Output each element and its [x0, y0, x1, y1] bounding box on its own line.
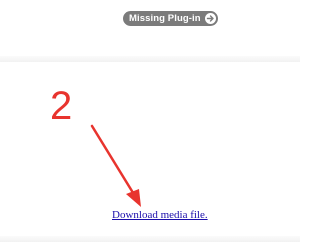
browser-page: Missing Plug-in 2 Download media file. [0, 0, 300, 242]
missing-plugin-label: Missing Plug-in [129, 13, 201, 24]
download-media-link[interactable]: Download media file. [112, 209, 208, 221]
missing-plugin-button[interactable]: Missing Plug-in [123, 11, 218, 26]
arrow-right-circle-icon [204, 13, 216, 24]
page-divider [0, 56, 300, 62]
step-number-annotation: 2 [50, 84, 73, 128]
arrow-pointer-icon [90, 124, 141, 207]
page-footer-divider [0, 236, 300, 242]
